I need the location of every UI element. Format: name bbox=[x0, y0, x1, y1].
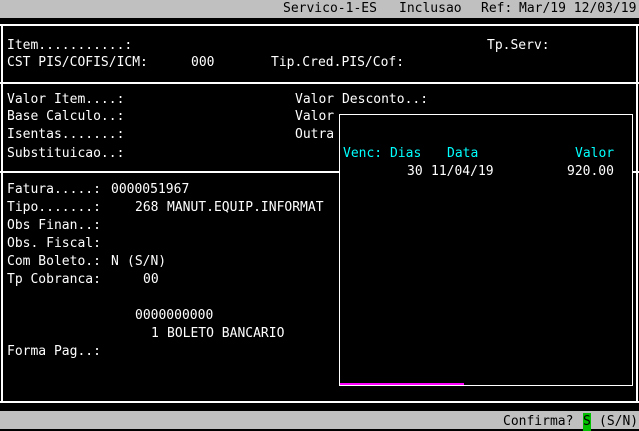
frame-top-line bbox=[0, 24, 639, 26]
installment-data: 11/04/19 bbox=[431, 164, 494, 179]
ref-label: Ref: bbox=[481, 1, 513, 16]
title-bar: Servico-1-ES Inclusao Ref: Mar/19 12/03/… bbox=[0, 0, 639, 18]
com-boleto-hint: (S/N) bbox=[127, 254, 167, 269]
cobranca-code: 1 bbox=[151, 326, 159, 341]
cst-field[interactable]: 000 bbox=[191, 54, 214, 72]
ref-value: Mar/19 12/03/19 bbox=[519, 1, 637, 16]
obs-fiscal-label: Obs. Fiscal: bbox=[7, 236, 101, 251]
confirm-prompt: Confirma? bbox=[503, 414, 574, 429]
cst-label: CST PIS/COFIS/ICM: bbox=[7, 55, 148, 70]
cobranca-description: BOLETO BANCARIO bbox=[167, 326, 285, 341]
tipo-code-field[interactable]: 268 bbox=[135, 199, 158, 217]
program-name: Servico-1-ES bbox=[283, 1, 377, 16]
status-bar: Confirma? S (S/N) bbox=[0, 411, 639, 431]
forma-pag-label: Forma Pag..: bbox=[7, 344, 101, 359]
valor-desconto-label: Valor Desconto..: bbox=[295, 92, 429, 107]
com-boleto-field[interactable]: N bbox=[111, 253, 119, 271]
tipo-description: MANUT.EQUIP.INFORMAT bbox=[167, 200, 324, 215]
fatura-field[interactable]: 0000051967 bbox=[111, 181, 189, 199]
substituicao-label: Substituicao..: bbox=[7, 146, 125, 161]
valor-item-label: Valor Item....: bbox=[7, 92, 125, 107]
popup-header-data: Data bbox=[447, 146, 479, 161]
frame-divider-1 bbox=[0, 82, 639, 84]
tipo-label: Tipo.......: bbox=[7, 200, 101, 215]
confirm-hint: (S/N) bbox=[599, 414, 639, 429]
base-calculo-label: Base Calculo..: bbox=[7, 109, 125, 124]
obs-finan-label: Obs Finan..: bbox=[7, 218, 101, 233]
mode-label: Inclusao bbox=[399, 1, 462, 16]
item-label: Item...........: bbox=[7, 38, 133, 53]
com-boleto-label: Com Boleto.: bbox=[7, 254, 101, 269]
popup-header-valor: Valor bbox=[575, 146, 615, 161]
popup-highlight-line bbox=[340, 383, 464, 385]
tp-serv-label: Tp.Serv: bbox=[487, 38, 550, 53]
outra-partial-label: Outra bbox=[295, 127, 335, 142]
popup-header-venc-dias: Venc: Dias bbox=[343, 146, 422, 161]
confirm-answer-field[interactable]: S bbox=[583, 413, 591, 431]
frame-bottom-line bbox=[0, 401, 639, 403]
valor-partial-label: Valor bbox=[295, 109, 335, 124]
frame-right-line bbox=[636, 24, 638, 403]
installment-valor: 920.00 bbox=[567, 164, 614, 179]
tp-cobranca-label: Tp Cobranca: bbox=[7, 272, 101, 287]
account-number: 0000000000 bbox=[135, 308, 214, 323]
installment-dias: 30 bbox=[407, 164, 423, 179]
installments-popup: Venc: Dias Data Valor 30 11/04/19 920.00 bbox=[339, 114, 633, 386]
fatura-label: Fatura.....: bbox=[7, 182, 101, 197]
tip-cred-label: Tip.Cred.PIS/Cof: bbox=[271, 55, 405, 70]
frame-left-line bbox=[1, 24, 3, 403]
tp-cobranca-field[interactable]: 00 bbox=[143, 271, 159, 289]
isentas-label: Isentas.......: bbox=[7, 127, 125, 142]
